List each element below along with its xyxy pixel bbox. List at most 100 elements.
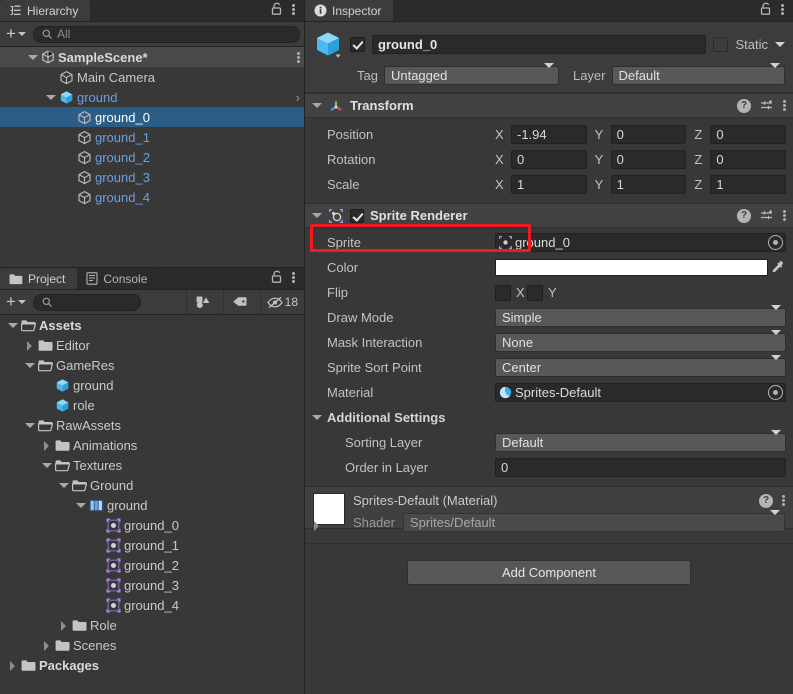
chevron-right-icon[interactable] <box>58 620 69 631</box>
hierarchy-row[interactable]: ground_4 <box>0 187 304 207</box>
sprite-renderer-enabled-checkbox[interactable] <box>350 208 364 223</box>
filter-by-label-button[interactable] <box>222 289 257 315</box>
chevron-right-icon[interactable] <box>41 440 52 451</box>
preset-icon[interactable] <box>760 209 774 223</box>
chevron-down-icon[interactable] <box>24 360 35 371</box>
project-row[interactable]: ground_1 <box>0 535 304 555</box>
project-row[interactable]: ground <box>0 495 304 515</box>
eyedropper-icon[interactable] <box>768 260 786 275</box>
chevron-right-icon[interactable] <box>7 660 18 671</box>
project-row[interactable]: ground_2 <box>0 555 304 575</box>
lock-icon[interactable] <box>271 270 283 284</box>
hierarchy-row[interactable]: ground_3 <box>0 167 304 187</box>
chevron-down-icon[interactable] <box>7 320 18 331</box>
project-row[interactable]: GameRes <box>0 355 304 375</box>
project-row[interactable]: Role <box>0 615 304 635</box>
project-row[interactable]: ground_4 <box>0 595 304 615</box>
sprite-object-picker-icon[interactable] <box>768 235 783 250</box>
project-row[interactable]: role <box>0 395 304 415</box>
color-swatch-field[interactable] <box>495 259 768 276</box>
sprite-renderer-component-header[interactable]: Sprite Renderer ? <box>305 203 793 228</box>
chevron-right-icon[interactable] <box>41 640 52 651</box>
project-row[interactable]: ground_3 <box>0 575 304 595</box>
transform-foldout-icon[interactable] <box>311 100 322 111</box>
preset-icon[interactable] <box>760 99 774 113</box>
additional-settings-foldout-row[interactable]: Additional Settings <box>305 405 786 430</box>
hierarchy-row[interactable]: ground_2 <box>0 147 304 167</box>
hierarchy-menu-icon[interactable] <box>292 3 295 16</box>
hierarchy-tree[interactable]: SampleScene* Main Camera ground › ground_0 gr… <box>0 47 304 267</box>
draw-mode-dropdown[interactable]: Simple <box>495 305 786 327</box>
chevron-down-icon[interactable] <box>45 92 56 103</box>
transform-position-x-input[interactable]: -1.94 <box>511 125 587 144</box>
transform-component-header[interactable]: Transform ? <box>305 93 793 118</box>
create-gameobject-button[interactable]: + <box>4 25 30 44</box>
gameobject-enabled-checkbox[interactable] <box>350 36 365 52</box>
order-in-layer-input[interactable]: 0 <box>495 458 786 477</box>
chevron-down-icon[interactable] <box>24 420 35 431</box>
hierarchy-row[interactable]: Main Camera <box>0 67 304 87</box>
chevron-down-icon[interactable] <box>58 480 69 491</box>
add-component-button[interactable]: Add Component <box>407 560 691 585</box>
sprite-sort-point-dropdown[interactable]: Center <box>495 355 786 377</box>
chevron-down-icon[interactable] <box>41 460 52 471</box>
hierarchy-search-input[interactable]: All <box>32 25 300 43</box>
hierarchy-row[interactable]: ground_0 <box>0 107 304 127</box>
project-row[interactable]: ground_0 <box>0 515 304 535</box>
shader-dropdown[interactable]: Sprites/Default <box>402 510 785 532</box>
transform-rotation-x-input[interactable]: 0 <box>511 150 587 169</box>
transform-scale-y-input[interactable]: 1 <box>610 175 687 194</box>
transform-scale-z-input[interactable]: 1 <box>710 175 787 194</box>
material-preview-menu-icon[interactable] <box>782 494 785 507</box>
project-row[interactable]: Ground <box>0 475 304 495</box>
material-object-field[interactable]: Sprites-Default <box>495 383 786 402</box>
hierarchy-row[interactable]: SampleScene* <box>0 47 304 67</box>
material-object-picker-icon[interactable] <box>768 385 783 400</box>
project-row[interactable]: Assets <box>0 315 304 335</box>
sprite-object-field[interactable]: ground_0 <box>495 233 786 252</box>
hierarchy-row[interactable]: ground › <box>0 87 304 107</box>
chevron-right-icon[interactable] <box>24 340 35 351</box>
hierarchy-row[interactable]: ground_1 <box>0 127 304 147</box>
flip-x-checkbox[interactable] <box>495 284 511 301</box>
create-asset-button[interactable]: + <box>4 293 30 312</box>
lock-icon[interactable] <box>760 2 772 16</box>
transform-menu-icon[interactable] <box>783 99 786 112</box>
project-tree[interactable]: Assets Editor GameRes ground role RawAssets An… <box>0 315 304 694</box>
chevron-down-icon[interactable] <box>27 52 38 63</box>
sprite-renderer-foldout-icon[interactable] <box>311 210 322 221</box>
project-search-input[interactable] <box>32 293 141 311</box>
transform-rotation-y-input[interactable]: 0 <box>610 150 687 169</box>
tab-inspector[interactable]: Inspector <box>305 0 394 21</box>
help-icon[interactable]: ? <box>737 208 751 223</box>
transform-position-z-input[interactable]: 0 <box>710 125 787 144</box>
sprite-renderer-menu-icon[interactable] <box>783 209 786 222</box>
project-row[interactable]: Editor <box>0 335 304 355</box>
open-prefab-chevron-right-icon[interactable]: › <box>296 90 300 105</box>
tab-hierarchy[interactable]: Hierarchy <box>0 0 91 21</box>
additional-settings-foldout-icon[interactable] <box>311 412 322 423</box>
static-checkbox[interactable] <box>713 36 729 52</box>
layer-dropdown[interactable]: Default <box>611 63 785 85</box>
project-row[interactable]: RawAssets <box>0 415 304 435</box>
transform-scale-x-input[interactable]: 1 <box>511 175 587 194</box>
sorting-layer-dropdown[interactable]: Default <box>495 430 786 452</box>
transform-position-y-input[interactable]: 0 <box>610 125 687 144</box>
project-row[interactable]: Textures <box>0 455 304 475</box>
help-icon[interactable]: ? <box>759 493 773 508</box>
project-row[interactable]: Packages <box>0 655 304 675</box>
tag-dropdown[interactable]: Untagged <box>383 63 559 85</box>
tab-console[interactable]: Console <box>77 268 160 289</box>
mask-interaction-dropdown[interactable]: None <box>495 330 786 352</box>
gameobject-name-field[interactable]: ground_0 <box>372 34 707 54</box>
project-menu-icon[interactable] <box>292 271 295 284</box>
scene-menu-icon[interactable] <box>297 51 300 64</box>
transform-rotation-z-input[interactable]: 0 <box>710 150 787 169</box>
project-row[interactable]: ground <box>0 375 304 395</box>
static-dropdown-chevron-down-icon[interactable] <box>775 41 785 47</box>
project-row[interactable]: Scenes <box>0 635 304 655</box>
help-icon[interactable]: ? <box>737 98 751 113</box>
project-row[interactable]: Animations <box>0 435 304 455</box>
inspector-menu-icon[interactable] <box>781 3 784 16</box>
filter-by-type-button[interactable] <box>185 289 220 315</box>
